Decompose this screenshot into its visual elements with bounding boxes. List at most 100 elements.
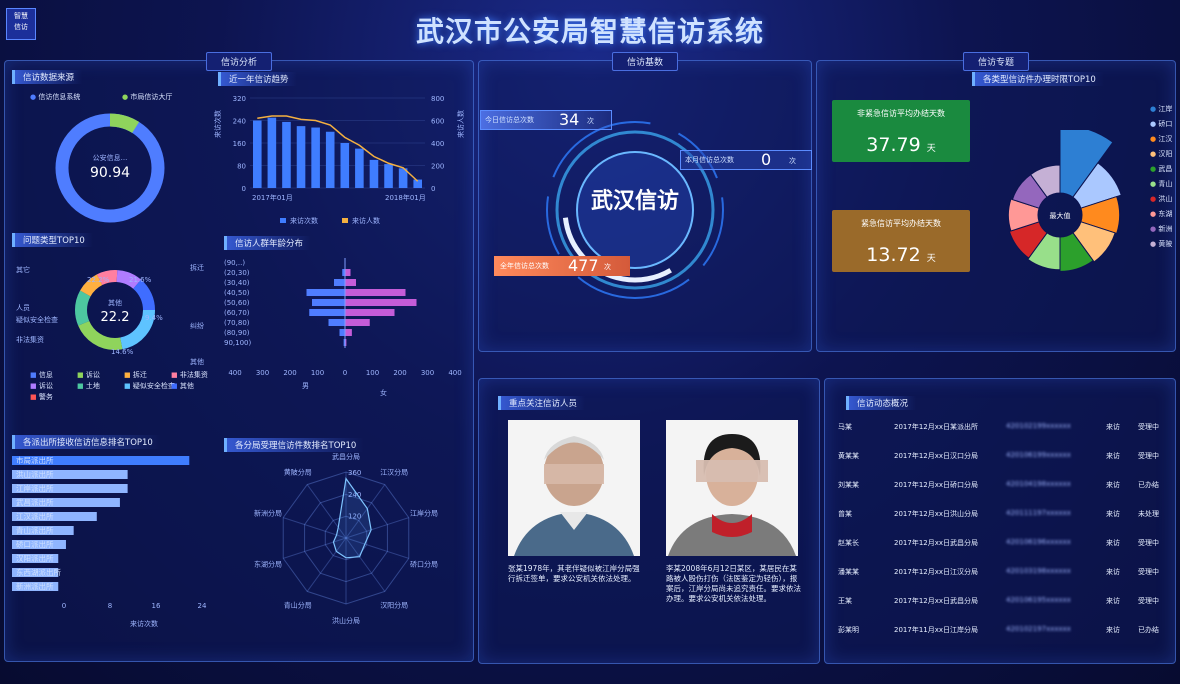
table-row[interactable]: 潘某某 2017年12月xx日 江汉分局 420103198xxxxxx 来访 受理中	[838, 561, 1168, 587]
trend-y2-tick: 400	[431, 140, 444, 148]
age-group-label: (80,90)	[224, 329, 250, 337]
today-box: 今日信访总次数 34 次	[480, 110, 612, 130]
issue-legend-item: ■ 其他	[171, 382, 194, 390]
bureau-label: 市局派出所	[16, 455, 54, 465]
special-legend-item: ● 武昌	[1150, 165, 1173, 173]
person-photo-1[interactable]	[508, 420, 640, 556]
table-cell: 420106196xxxxxx	[1006, 538, 1071, 546]
radar-axis-label: 洪山分局	[332, 616, 360, 625]
table-cell: 2017年12月xx日	[894, 539, 951, 547]
special-legend-item: ● 新洲	[1150, 225, 1173, 233]
trend-bar	[325, 131, 335, 188]
table-cell: 刘某某	[838, 481, 859, 489]
trend-y2-label: 来访人数	[456, 110, 465, 138]
table-row[interactable]: 彭某明 2017年11月xx日 江岸分局 420102197xxxxxx 来访 已办结	[838, 619, 1168, 645]
table-row[interactable]: 王某 2017年12月xx日 武昌分局 420106195xxxxxx 来访 受理中	[838, 590, 1168, 616]
age-group-label: (20,30)	[224, 269, 250, 277]
special-top-title: 各类型信访件办理时限TOP10	[972, 72, 1104, 86]
issue-title: 问题类型TOP10	[12, 233, 93, 247]
table-cell: 受理中	[1138, 452, 1159, 460]
age-bar-female	[345, 289, 406, 296]
dynamics-title: 信访动态概况	[846, 396, 917, 410]
age-group-label: (90,..)	[224, 259, 245, 267]
today-label: 今日信访总次数	[485, 116, 534, 124]
table-cell: 来访	[1106, 568, 1120, 576]
table-cell: 江汉分局	[950, 568, 978, 576]
year-box: 全年信访总次数 477 次	[494, 256, 630, 276]
bureau-label: 洪山派出所	[16, 469, 54, 479]
age-bar-female	[345, 309, 395, 316]
issue-outer-4: 疑似安全检查	[16, 315, 58, 324]
month-value: 0	[761, 150, 772, 169]
table-cell: 王某	[838, 597, 852, 605]
issue-outer-7: 其他	[190, 357, 204, 366]
issue-center-label: 其他	[108, 298, 122, 307]
age-bar-male	[309, 309, 345, 316]
table-cell: 420106199xxxxxx	[1006, 451, 1071, 459]
table-cell: 2017年11月xx日	[894, 626, 951, 634]
age-male-label: 男	[302, 382, 309, 390]
bureau-label: 东西湖派出所	[16, 567, 61, 577]
table-cell: 来访	[1106, 597, 1120, 605]
table-cell: 受理中	[1138, 423, 1159, 431]
bureau-x-tick: 16	[152, 602, 161, 610]
month-label: 本月信访总次数	[685, 156, 734, 164]
table-cell: 已办结	[1138, 481, 1159, 489]
year-value: 477	[568, 256, 599, 275]
table-row[interactable]: 曾某 2017年12月xx日 洪山分局 420111197xxxxxx 来访 未处理	[838, 503, 1168, 529]
today-value: 34	[559, 110, 580, 129]
table-cell: 黄某某	[838, 452, 859, 460]
table-cell: 江岸分局	[950, 626, 978, 634]
age-group-label: (50,60)	[224, 299, 250, 307]
bureau-label: 新洲派出所	[16, 581, 54, 591]
trend-y2-tick: 800	[431, 95, 444, 103]
table-cell: 某派出所	[950, 423, 978, 431]
bureau-x-tick: 8	[108, 602, 112, 610]
table-cell: 受理中	[1138, 597, 1159, 605]
table-row[interactable]: 马某 2017年12月xx日 某派出所 420102199xxxxxx 来访 受理中	[838, 416, 1168, 442]
age-x-tick: 400	[448, 369, 461, 377]
bureau-label: 硚口派出所	[16, 539, 54, 549]
issue-legend-item: ■ 拆迁	[124, 371, 147, 379]
bureau-label: 武昌派出所	[16, 497, 54, 507]
issue-legend-item: ■ 疑似安全检查	[124, 382, 175, 390]
bureau-legend: 来访次数	[130, 619, 158, 628]
bureau-x-tick: 0	[62, 602, 66, 610]
radar-axis-label: 东湖分局	[254, 559, 282, 568]
bureau-label: 青山派出所	[16, 525, 54, 535]
age-chart: (90,..) (20,30) (30,40) (40,50) (50,60) (60,7…	[224, 258, 462, 397]
trend-legend-2: 来访人数	[352, 216, 380, 225]
issue-pct-1: 22.2%	[87, 276, 110, 284]
kpi-urgent-unit: 天	[926, 254, 936, 264]
bureau-x-tick: 24	[198, 602, 207, 610]
table-cell: 受理中	[1138, 539, 1159, 547]
trend-y2-tick: 0	[431, 185, 435, 193]
dynamics-table: 马某 2017年12月xx日 某派出所 420102199xxxxxx 来访 受理中 黄某某…	[838, 416, 1174, 656]
source-center-value: 90.94	[90, 165, 130, 181]
page-title: 武汉市公安局智慧信访系统	[415, 15, 764, 48]
issue-legend-item: ■ 土地	[77, 382, 100, 390]
trend-chart: 3202401608008006004002000来访次数 来访人数2017年01…	[213, 95, 465, 225]
bureau-label: 江汉派出所	[16, 511, 54, 521]
special-legend: ● 江岸 ● 硚口 ● 江汉 ● 汉阳 ● 武昌 ● 青山 ● 洪山 ● 东湖 ● 新洲 ● 黄陂	[1150, 104, 1178, 264]
table-row[interactable]: 黄某某 2017年12月xx日 汉口分局 420106199xxxxxx 来访 受理中	[838, 445, 1168, 471]
month-box: 本月信访总次数 0 次	[680, 150, 812, 170]
trend-y-tick: 160	[233, 140, 246, 148]
table-row[interactable]: 刘某某 2017年12月xx日 硚口分局 420104198xxxxxx 来访 已办结	[838, 474, 1168, 500]
trend-legend-1: 来访次数	[290, 216, 318, 225]
kpi-urgent-title: 紧急信访平均办结天数	[861, 219, 941, 228]
source-legend-1: ● 信访信息系统	[30, 93, 81, 101]
table-row[interactable]: 赵某长 2017年12月xx日 武昌分局 420106196xxxxxx 来访 受理中	[838, 532, 1168, 558]
age-group-label: (30,40)	[224, 279, 250, 287]
kpi-nonurgent-unit: 天	[926, 144, 936, 154]
issue-pct-2: 21.6%	[129, 276, 152, 284]
trend-y-tick: 80	[237, 163, 246, 171]
person-photo-2[interactable]	[666, 420, 798, 556]
trend-x-first: 2017年01月	[252, 193, 293, 202]
persons-title: 重点关注信访人员	[498, 396, 586, 410]
trend-bar	[355, 148, 364, 188]
age-bar-male	[306, 289, 345, 296]
age-x-tick: 200	[393, 369, 406, 377]
age-group-label: (60,70)	[224, 309, 250, 317]
issue-pct-4: 14.6%	[111, 348, 134, 356]
